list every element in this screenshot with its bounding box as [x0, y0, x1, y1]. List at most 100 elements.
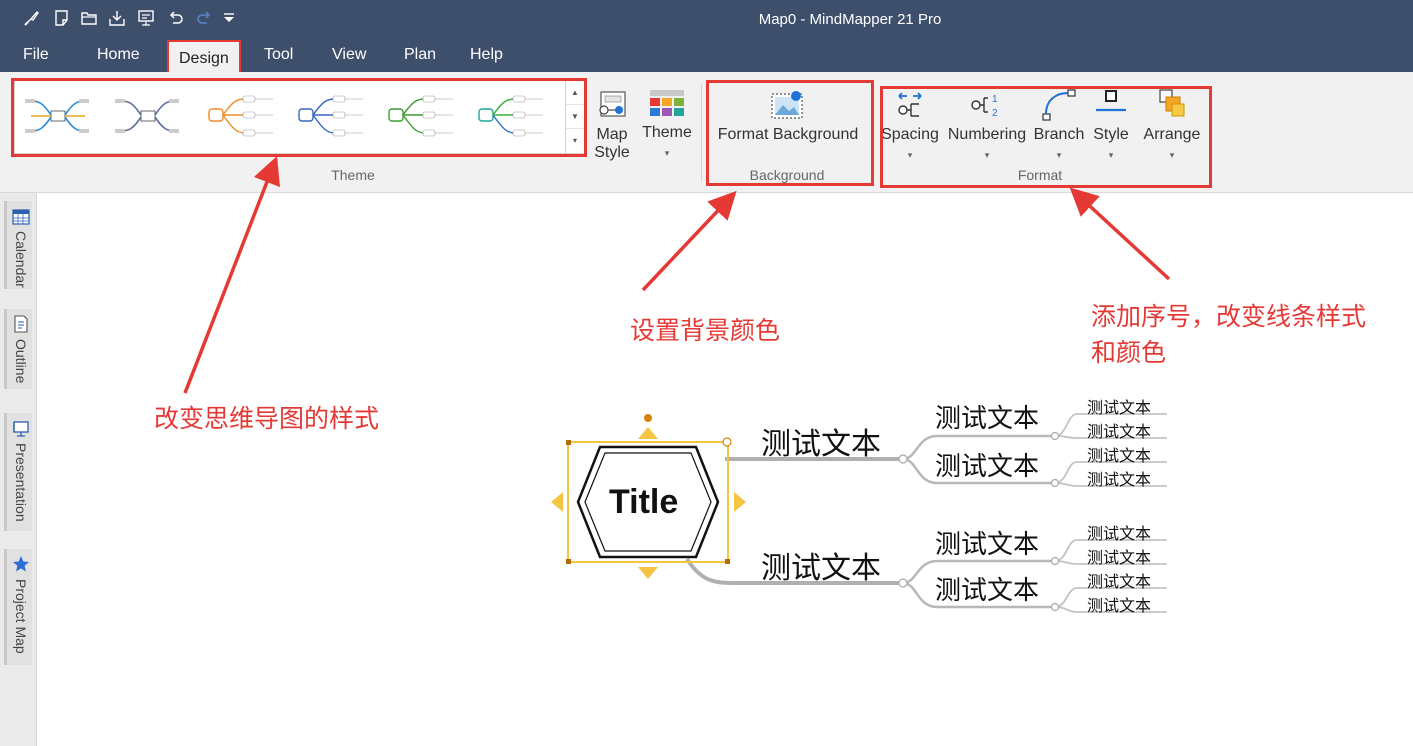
theme-gallery [14, 80, 566, 154]
menu-view[interactable]: View [332, 46, 366, 64]
branch-button[interactable]: Branch ▾ [1032, 88, 1086, 164]
gallery-more-icon[interactable]: ▾ [566, 129, 584, 153]
spacing-dropdown-icon: ▾ [907, 150, 913, 160]
menu-design[interactable]: Design [167, 40, 241, 72]
resize-handle [722, 437, 732, 447]
brush-icon[interactable] [22, 8, 42, 28]
theme-thumbnail-4[interactable] [293, 89, 369, 145]
main-topic-2[interactable]: 测试文本 [761, 543, 881, 587]
arrange-label: Arrange [1143, 126, 1201, 143]
leaf-topic[interactable]: 测试文本 [1087, 592, 1151, 616]
numbering-button[interactable]: 1 2 Numbering ▾ [944, 88, 1030, 164]
side-tab-outline[interactable]: Outline [4, 309, 32, 389]
gallery-down-icon[interactable]: ▼ [566, 105, 584, 129]
side-tab-project-map[interactable]: Project Map [4, 549, 32, 665]
branch-icon [1042, 89, 1076, 121]
subtopic-2-2[interactable]: 测试文本 [935, 570, 1039, 607]
numbering-icon: 1 2 [971, 94, 998, 119]
leaf-topic[interactable]: 测试文本 [1087, 418, 1151, 442]
subtopic-2-1[interactable]: 测试文本 [935, 524, 1039, 561]
add-topic-right-handle [734, 492, 746, 512]
leaf-topic[interactable]: 测试文本 [1087, 442, 1151, 466]
side-tab-outline-label: Outline [13, 339, 29, 384]
menu-tool[interactable]: Tool [264, 46, 293, 64]
spacing-icon [898, 92, 922, 117]
theme-group-label: Theme [331, 167, 375, 183]
add-topic-left-handle [551, 492, 563, 512]
title-bar: Map0 - MindMapper 21 Pro File Home Desig… [0, 0, 1413, 72]
ribbon-separator [701, 84, 702, 182]
leaf-topic[interactable]: 测试文本 [1087, 466, 1151, 490]
format-background-label: Format Background [717, 126, 859, 143]
arrange-dropdown-icon: ▾ [1169, 150, 1175, 160]
menu-help[interactable]: Help [470, 46, 503, 64]
style-dropdown-icon: ▾ [1108, 150, 1114, 160]
numbering-dropdown-icon: ▾ [984, 150, 990, 160]
theme-palette-icon [650, 90, 684, 116]
style-button[interactable]: Style ▾ [1088, 88, 1134, 164]
gallery-up-icon[interactable]: ▲ [566, 81, 584, 105]
star-icon [13, 556, 29, 572]
map-style-button[interactable]: Map Style [590, 88, 634, 162]
window-title: Map0 - MindMapper 21 Pro [758, 11, 942, 28]
spacing-label: Spacing [881, 126, 939, 143]
new-note-icon[interactable] [52, 8, 72, 28]
menu-home[interactable]: Home [97, 46, 140, 64]
side-tab-calendar[interactable]: Calendar [4, 201, 32, 289]
main-topic-1[interactable]: 测试文本 [761, 419, 881, 463]
app-window: Map0 - MindMapper 21 Pro File Home Desig… [0, 0, 1413, 746]
customize-dropdown-icon[interactable] [219, 8, 239, 28]
svg-text:2: 2 [992, 108, 998, 119]
add-topic-up-handle [638, 427, 658, 439]
theme-thumbnail-2[interactable] [113, 89, 189, 145]
side-tab-presentation[interactable]: Presentation [4, 413, 32, 531]
map-style-icon [599, 91, 626, 117]
leaf-topic[interactable]: 测试文本 [1087, 394, 1151, 418]
side-tab-project-map-label: Project Map [13, 579, 29, 654]
presentation-monitor-icon[interactable] [136, 8, 156, 28]
menu-plan[interactable]: Plan [404, 46, 436, 64]
numbering-label: Numbering [947, 126, 1027, 143]
gallery-scroll[interactable]: ▲ ▼ ▾ [565, 80, 585, 154]
spacing-button[interactable]: Spacing ▾ [880, 88, 940, 164]
branch-dropdown-icon: ▾ [1056, 150, 1062, 160]
format-background-icon [771, 91, 803, 119]
svg-text:1: 1 [992, 94, 998, 105]
subtopic-1-1[interactable]: 测试文本 [935, 398, 1039, 435]
redo-icon[interactable] [194, 8, 214, 28]
side-tab-presentation-label: Presentation [13, 443, 29, 522]
undo-icon[interactable] [166, 8, 186, 28]
arrange-icon [1159, 89, 1185, 117]
arrange-button[interactable]: Arrange ▾ [1138, 88, 1206, 164]
leaf-topic[interactable]: 测试文本 [1087, 520, 1151, 544]
save-download-icon[interactable] [107, 8, 127, 28]
design-ribbon: ▲ ▼ ▾ Theme Map Style Theme ▾ Format Bac… [0, 72, 1413, 193]
menu-file[interactable]: File [23, 46, 49, 64]
theme-button[interactable]: Theme ▾ [640, 88, 694, 162]
calendar-icon [12, 209, 30, 225]
subtopic-1-2[interactable]: 测试文本 [935, 446, 1039, 483]
presentation-icon [13, 421, 29, 437]
leaf-topic[interactable]: 测试文本 [1087, 544, 1151, 568]
map-style-label-line1: Map [596, 126, 628, 143]
theme-button-label: Theme [642, 124, 692, 141]
format-background-button[interactable]: Format Background [712, 88, 864, 144]
open-folder-icon[interactable] [79, 8, 99, 28]
side-tab-calendar-label: Calendar [13, 231, 29, 288]
theme-thumbnail-3[interactable] [203, 89, 279, 145]
format-group-label: Format [1017, 167, 1063, 183]
branch-label: Branch [1033, 126, 1085, 143]
theme-thumbnail-1[interactable] [23, 89, 99, 145]
background-group-label: Background [749, 167, 825, 183]
central-topic-title[interactable]: Title [609, 483, 678, 522]
theme-thumbnail-6[interactable] [473, 89, 549, 145]
leaf-topic[interactable]: 测试文本 [1087, 568, 1151, 592]
rotate-handle [644, 414, 652, 422]
theme-thumbnail-5[interactable] [383, 89, 459, 145]
add-topic-down-handle [638, 567, 658, 579]
theme-dropdown-icon: ▾ [664, 148, 670, 158]
style-icon [1096, 90, 1126, 112]
outline-icon [14, 315, 28, 333]
side-panel: Calendar Outline Presentation Project Ma… [0, 193, 37, 746]
map-canvas[interactable]: 改变思维导图的样式 设置背景颜色 添加序号，改变线条样式 和颜色 Title 测… [37, 155, 1413, 746]
